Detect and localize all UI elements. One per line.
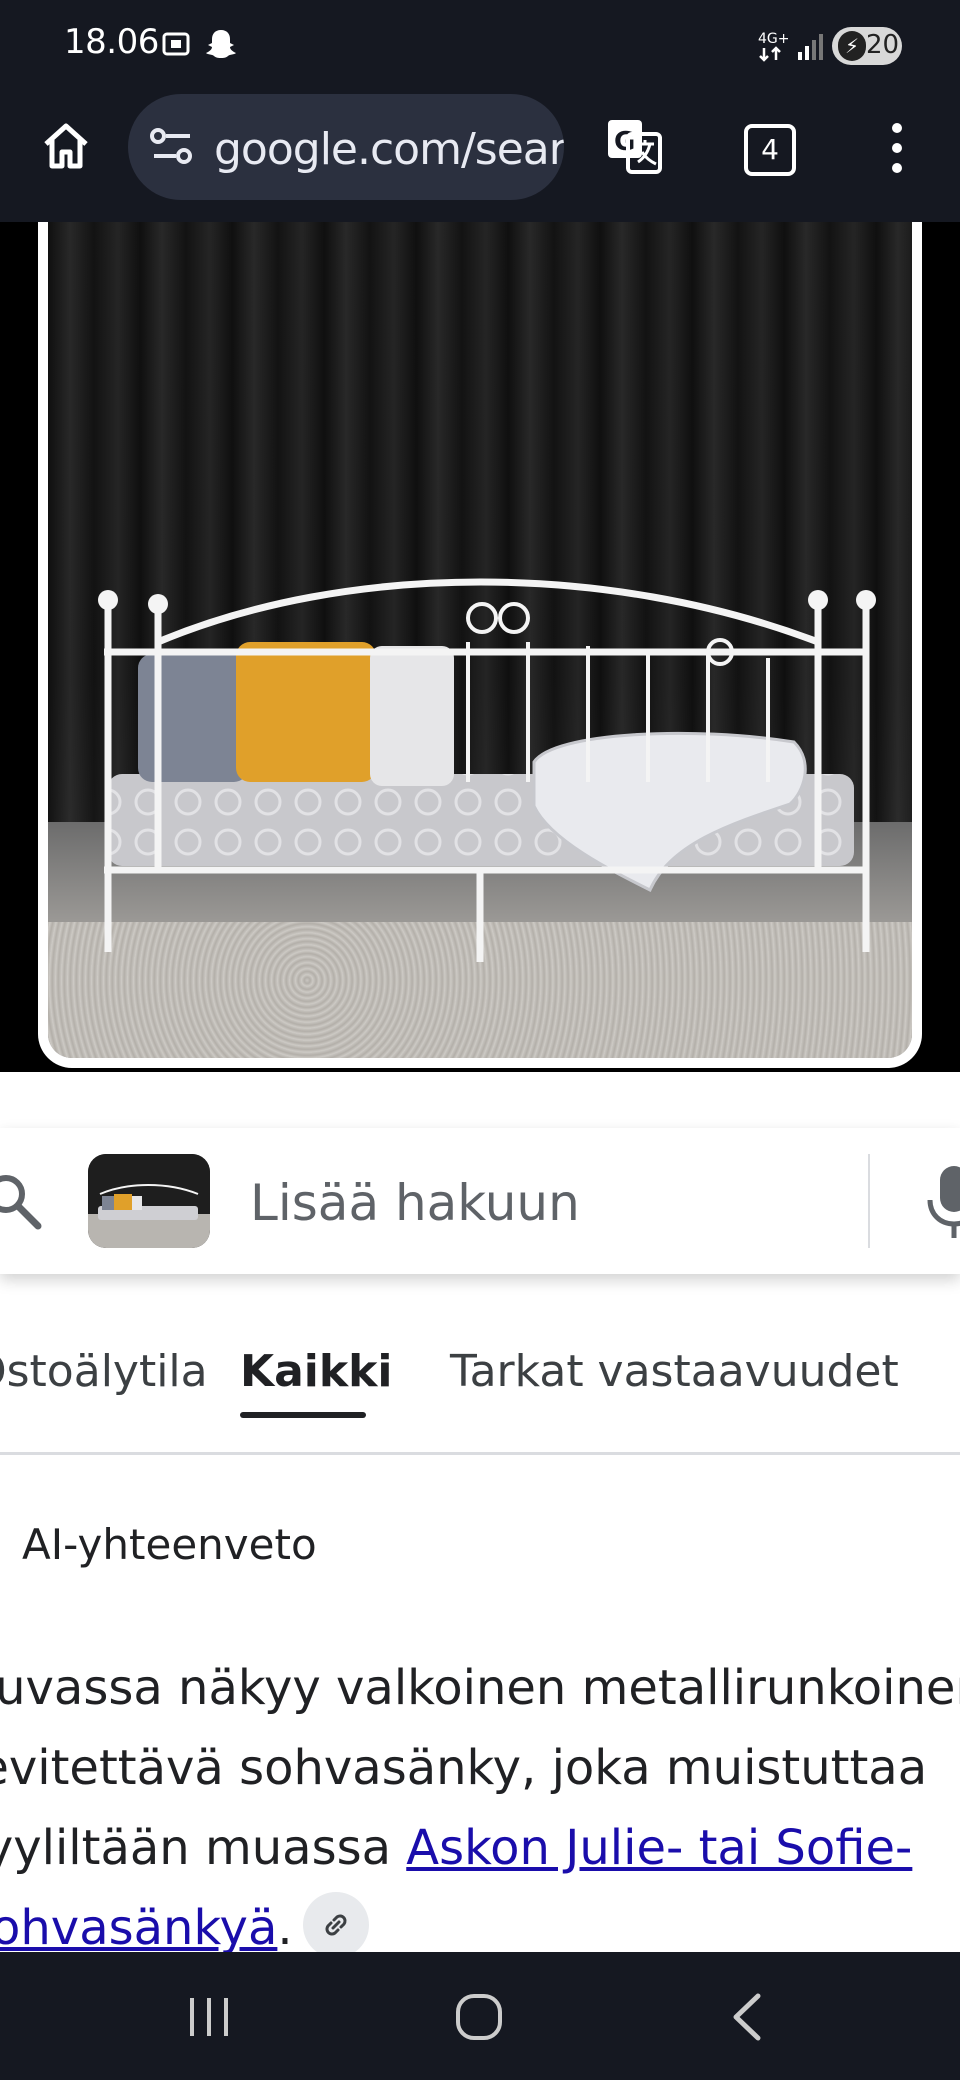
home-icon[interactable]	[38, 118, 94, 179]
network-label: 4G+	[758, 31, 790, 47]
url-text: google.com/search	[214, 124, 564, 175]
ai-overview-line: Kuvassa näkyy valkoinen metallirunkoinen	[0, 1660, 960, 1716]
svg-text:G: G	[614, 127, 635, 157]
tab-exact-matches[interactable]: Tarkat vastaavuudet	[450, 1346, 899, 1397]
ai-overview-text-span: tyyliltään muassa	[0, 1820, 407, 1876]
battery-level: 20	[866, 30, 900, 60]
screenshot-icon	[158, 26, 194, 67]
ai-overview-line: levitettävä sohvasänky, joka muistuttaa	[0, 1740, 928, 1796]
search-icon[interactable]	[0, 1172, 44, 1237]
daybed-illustration	[98, 578, 876, 962]
search-image-preview[interactable]	[0, 222, 960, 1072]
tabs-count-button[interactable]: 4	[744, 124, 796, 176]
network-icon: 4G+	[756, 28, 796, 69]
more-icon[interactable]	[880, 120, 914, 181]
search-box: Lisää hakuun	[0, 1128, 960, 1274]
tab-all[interactable]: Kaikki	[240, 1346, 392, 1397]
active-tab-indicator	[240, 1412, 366, 1418]
source-link-continued[interactable]: sohvasänkyä	[0, 1900, 277, 1956]
ai-overview-text: Kuvassa näkyy valkoinen metallirunkoinen…	[0, 1648, 960, 1968]
url-bar[interactable]: google.com/search	[128, 94, 564, 200]
source-link[interactable]: Askon Julie- tai Sofie-	[406, 1820, 912, 1876]
link-chip-button[interactable]	[302, 1892, 369, 1958]
tab-shopping[interactable]: Ostoälytila	[0, 1346, 208, 1397]
back-icon[interactable]	[728, 1992, 768, 2047]
signal-icon	[796, 30, 826, 67]
link-icon	[325, 1914, 347, 1936]
charging-icon: ⚡	[838, 31, 866, 61]
ai-overview-period: .	[277, 1900, 293, 1956]
clock: 18.06	[64, 22, 159, 62]
ai-overview-title: AI-yhteenveto	[22, 1520, 317, 1569]
snapchat-icon	[204, 26, 238, 67]
search-image-thumbnail[interactable]	[88, 1154, 210, 1248]
search-placeholder: Lisää hakuun	[250, 1174, 580, 1232]
search-divider	[868, 1154, 870, 1248]
browser-toolbar: google.com/search G 4	[0, 92, 960, 224]
recent-apps-icon[interactable]	[186, 1994, 232, 2045]
status-bar: 18.06 4G+ ⚡ 20	[0, 0, 960, 92]
system-navigation-bar	[0, 1952, 960, 2080]
ai-overview-line: tyyliltään muassa Askon Julie- tai Sofie…	[0, 1808, 960, 1888]
image-crop-frame[interactable]	[38, 222, 922, 1068]
result-tabs: Ostoälytila Kaikki Tarkat vastaavuudet	[0, 1296, 960, 1455]
home-nav-icon[interactable]	[454, 1992, 504, 2047]
translate-icon[interactable]: G	[602, 114, 666, 183]
microphone-icon[interactable]	[924, 1160, 960, 1249]
site-settings-icon[interactable]	[148, 124, 196, 175]
battery-indicator: ⚡ 20	[832, 27, 902, 65]
